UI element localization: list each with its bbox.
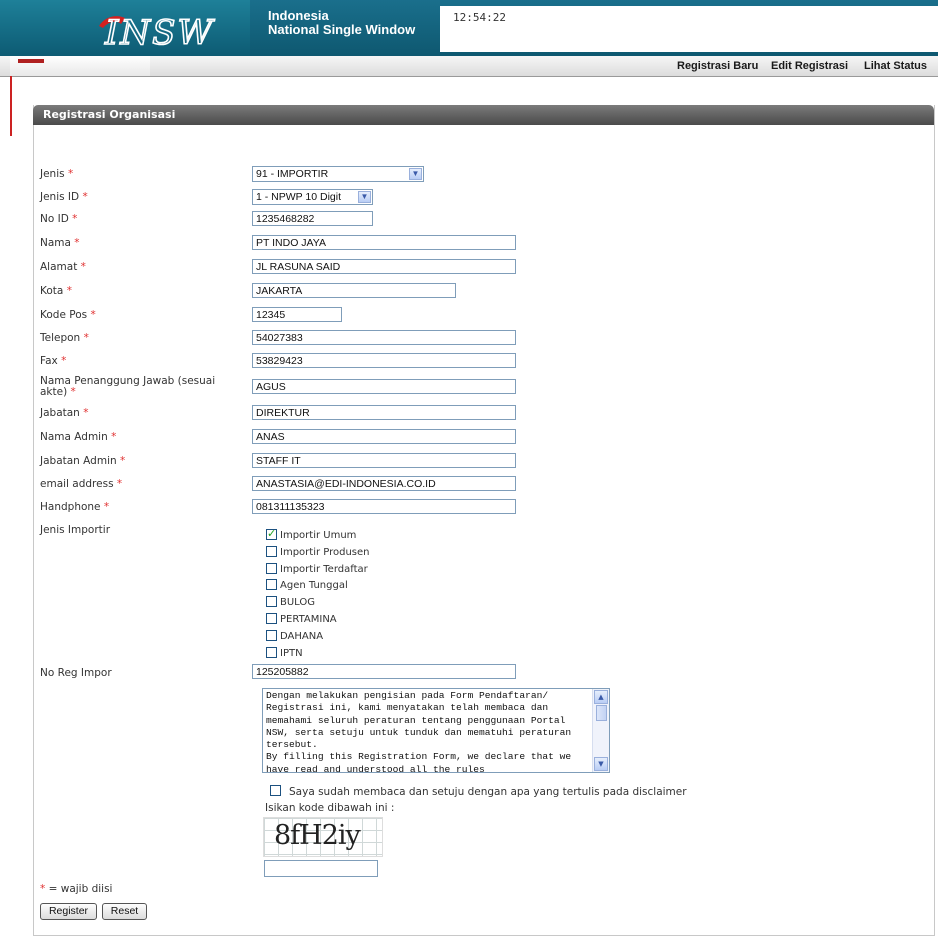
checkbox-importir-produsen[interactable] [266, 546, 277, 557]
email-input[interactable]: ANASTASIA@EDI-INDONESIA.CO.ID [252, 476, 516, 491]
checkbox-label: Importir Terdaftar [280, 564, 368, 575]
checkbox-importir-umum[interactable] [266, 527, 277, 540]
fax-input[interactable]: 53829423 [252, 353, 516, 368]
label-kota: Kota * [40, 285, 72, 297]
alamat-input[interactable]: JL RASUNA SAID [252, 259, 516, 274]
required-note: * = wajib diisi [40, 883, 113, 895]
checkbox-bulog[interactable] [266, 596, 277, 607]
brand-line2: National Single Window [268, 22, 416, 37]
clock: 12:54:22 [453, 11, 506, 24]
checkbox-label: Agen Tunggal [280, 580, 348, 591]
kota-input[interactable]: JAKARTA [252, 283, 456, 298]
label-penanggung-jawab: Nama Penanggung Jawab (sesuai akte) * [40, 375, 216, 398]
label-jenis: Jenis * [40, 168, 74, 180]
agree-checkbox[interactable] [270, 785, 281, 796]
jenis-select[interactable]: 91 - IMPORTIR ▼ [252, 166, 424, 182]
captcha-input[interactable] [264, 860, 378, 877]
agree-label: Saya sudah membaca dan setuju dengan apa… [289, 786, 687, 798]
label-jenis-id: Jenis ID * [40, 191, 88, 203]
label-handphone: Handphone * [40, 501, 110, 513]
checkbox-agen-tunggal[interactable] [266, 579, 277, 590]
telepon-input[interactable]: 54027383 [252, 330, 516, 345]
brand-line1: Indonesia [268, 8, 329, 23]
scroll-down-icon[interactable]: ▼ [594, 757, 608, 771]
jabatan-input[interactable]: DIREKTUR [252, 405, 516, 420]
label-kode-pos: Kode Pos * [40, 309, 96, 321]
disclaimer-textarea[interactable]: Dengan melakukan pengisian pada Form Pen… [262, 688, 610, 773]
captcha-image: 8fH2iy [263, 817, 383, 857]
no-reg-impor-input[interactable]: 125205882 [252, 664, 516, 679]
checkbox-label: Importir Umum [280, 530, 357, 541]
chevron-down-icon: ▼ [358, 191, 371, 203]
nama-input[interactable]: PT INDO JAYA [252, 235, 516, 250]
checkbox-label: BULOG [280, 597, 316, 608]
label-telepon: Telepon * [40, 332, 89, 344]
clock-box [440, 6, 938, 52]
label-alamat: Alamat * [40, 261, 86, 273]
scroll-thumb[interactable] [596, 705, 607, 721]
scroll-up-icon[interactable]: ▲ [594, 690, 608, 704]
penanggung-jawab-input[interactable]: AGUS [252, 379, 516, 394]
nav-lihat-status[interactable]: Lihat Status [864, 60, 927, 72]
jenis-id-select[interactable]: 1 - NPWP 10 Digit ▼ [252, 189, 373, 205]
label-jabatan-admin: Jabatan Admin * [40, 455, 126, 467]
label-no-reg-impor: No Reg Impor [40, 667, 112, 679]
label-nama: Nama * [40, 237, 80, 249]
checkbox-label: IPTN [280, 648, 303, 659]
checkbox-label: Importir Produsen [280, 547, 370, 558]
checkbox-importir-terdaftar[interactable] [266, 563, 277, 574]
reset-button[interactable]: Reset [102, 903, 147, 920]
captcha-label: Isikan kode dibawah ini : [265, 802, 395, 814]
brand-title: Indonesia National Single Window [268, 9, 415, 37]
panel-title: Registrasi Organisasi [43, 108, 176, 121]
chevron-down-icon: ▼ [409, 168, 422, 180]
checkbox-pertamina[interactable] [266, 613, 277, 624]
label-fax: Fax * [40, 355, 67, 367]
left-accent-bar [10, 76, 12, 136]
label-jenis-importir: Jenis Importir [40, 524, 111, 536]
no-id-input[interactable]: 1235468282 [252, 211, 373, 226]
handphone-input[interactable]: 081311135323 [252, 499, 516, 514]
checkbox-dahana[interactable] [266, 630, 277, 641]
checkbox-label: DAHANA [280, 631, 324, 642]
checkbox-label: PERTAMINA [280, 614, 337, 625]
insw-logo: INSW [99, 12, 215, 50]
kode-pos-input[interactable]: 12345 [252, 307, 342, 322]
svg-text:INSW: INSW [104, 13, 215, 50]
nav-edit-registrasi[interactable]: Edit Registrasi [771, 60, 848, 72]
disclaimer-text: Dengan melakukan pengisian pada Form Pen… [266, 690, 572, 772]
label-email: email address * [40, 478, 123, 490]
jabatan-admin-input[interactable]: STAFF IT [252, 453, 516, 468]
form-panel [33, 105, 935, 936]
label-nama-admin: Nama Admin * [40, 431, 117, 443]
label-no-id: No ID * [40, 213, 78, 225]
nav-registrasi-baru[interactable]: Registrasi Baru [677, 60, 758, 72]
label-jabatan: Jabatan * [40, 407, 89, 419]
checkbox-iptn[interactable] [266, 647, 277, 658]
nav-red-mark [18, 59, 44, 63]
register-button[interactable]: Register [40, 903, 97, 920]
captcha-code: 8fH2iy [274, 820, 361, 851]
nama-admin-input[interactable]: ANAS [252, 429, 516, 444]
